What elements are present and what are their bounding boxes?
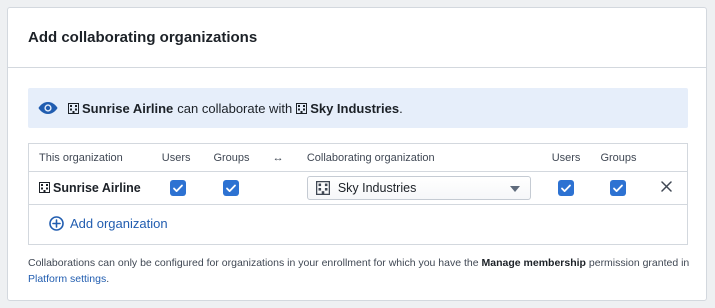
callout-org-b: Sky Industries (310, 100, 400, 116)
platform-settings-link[interactable]: Platform settings (28, 273, 106, 285)
callout-org-a: Sunrise Airline (82, 100, 174, 116)
footnote-period: . (106, 273, 110, 285)
collaboration-table: This organization Users Groups ↔ Collabo… (28, 143, 688, 245)
header-groups-collab: Groups (600, 151, 637, 164)
check-icon (561, 184, 571, 192)
add-circle-icon (49, 215, 64, 231)
collaborating-organization-select[interactable]: Sky Industries (306, 176, 531, 200)
users-cell (151, 171, 204, 205)
add-organization-row: Add organization (28, 204, 688, 245)
users-checkbox[interactable] (169, 180, 186, 196)
collab-users-cell (541, 171, 591, 205)
check-icon (226, 184, 237, 192)
building-icon (296, 102, 308, 114)
add-organization-button[interactable]: Add organization (49, 216, 168, 231)
check-icon (613, 184, 624, 192)
groups-cell (203, 171, 260, 205)
dialog-title: Add collaborating organizations (8, 8, 706, 68)
footnote-permission-name: Manage membership (481, 257, 586, 269)
swap-icon: ↔ (272, 151, 284, 164)
add-organization-label: Add organization (70, 215, 168, 231)
table-row: Sunrise Airline Sky Industries (28, 171, 688, 205)
remove-row-button[interactable] (661, 181, 672, 195)
callout-period: . (399, 100, 403, 116)
collaboration-callout: Sunrise Airline can collaborate with Sky… (28, 88, 688, 128)
this-org-name: Sunrise Airline (53, 181, 141, 195)
collab-users-checkbox[interactable] (558, 180, 575, 196)
select-value: Sky Industries (337, 181, 417, 195)
add-organization-cell: Add organization (28, 204, 688, 245)
callout-text: can collaborate with (177, 100, 293, 116)
close-icon (661, 181, 672, 192)
eye-icon (38, 102, 58, 114)
this-org-cell: Sunrise Airline (28, 171, 152, 205)
permission-footnote: Collaborations can only be configured fo… (28, 255, 693, 287)
add-collaborating-organizations-dialog: Add collaborating organizations Sunrise … (7, 7, 707, 301)
collab-groups-cell (590, 171, 647, 205)
footnote-text-1: Collaborations can only be configured fo… (28, 257, 482, 269)
groups-checkbox[interactable] (223, 180, 240, 196)
spacer-cell (259, 171, 297, 205)
header-users: Users (161, 151, 191, 164)
building-icon (39, 182, 50, 193)
table-header-row: This organization Users Groups ↔ Collabo… (29, 144, 688, 172)
header-actions (647, 144, 688, 172)
collab-groups-checkbox[interactable] (610, 180, 627, 196)
building-icon (68, 102, 79, 114)
check-icon (172, 184, 183, 192)
building-icon (315, 181, 330, 195)
header-collaborating-organization: Collaborating organization (306, 151, 435, 164)
header-this-organization: This organization (39, 151, 123, 164)
footnote-text-2: permission granted in (585, 257, 690, 269)
header-users-collab: Users (551, 151, 581, 164)
header-groups: Groups (213, 151, 250, 164)
collab-org-cell: Sky Industries (296, 171, 542, 205)
caret-down-icon (509, 186, 520, 192)
remove-cell (646, 171, 688, 205)
